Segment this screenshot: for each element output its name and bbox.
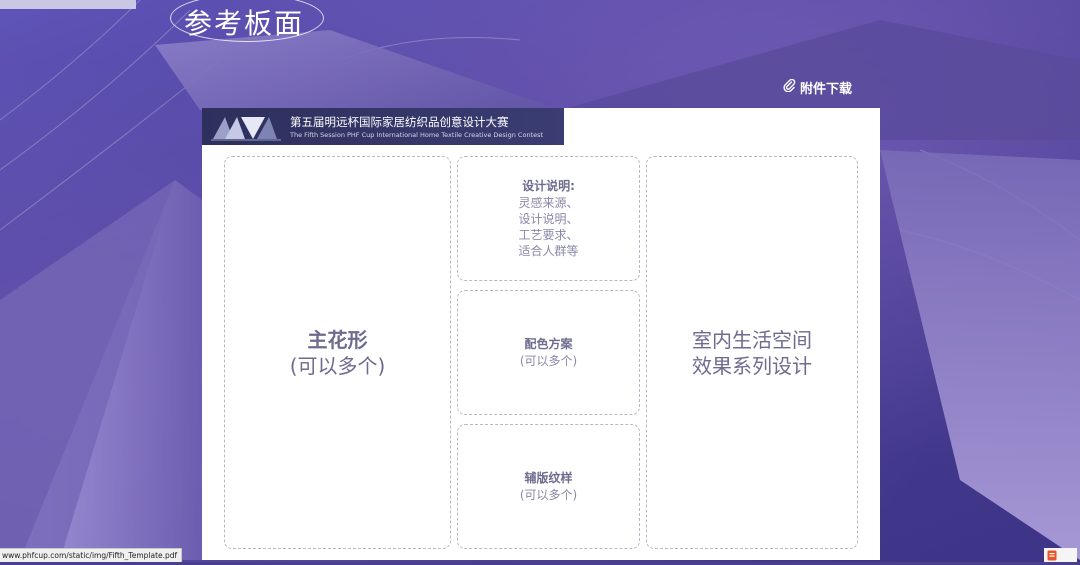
design-notes-line: 灵感来源、 xyxy=(518,196,579,210)
download-label: 附件下载 xyxy=(800,82,853,97)
color-scheme-note: (可以多个) xyxy=(519,354,578,368)
paperclip-icon xyxy=(783,78,796,96)
design-notes-line: 适合人群等 xyxy=(518,244,579,258)
interior-effect-line: 室内生活空间 xyxy=(692,327,812,352)
page-title: 参考板面 xyxy=(184,7,305,40)
banner-title-cn: 第五届明远杯国际家居纺织品创意设计大赛 xyxy=(290,114,509,129)
corner-app-icon[interactable] xyxy=(1044,548,1077,562)
color-scheme-title: 配色方案 xyxy=(524,337,573,351)
top-strip xyxy=(0,0,136,9)
contest-logo xyxy=(202,108,290,145)
aux-pattern-note: (可以多个) xyxy=(519,488,578,502)
aux-pattern-title: 辅版纹样 xyxy=(524,471,573,485)
design-notes-line: 设计说明、 xyxy=(518,212,579,226)
contest-banner: 第五届明远杯国际家居纺织品创意设计大赛 The Fifth Session PH… xyxy=(202,108,564,145)
design-notes-box: 设计说明: 灵感来源、 设计说明、 工艺要求、 适合人群等 xyxy=(457,156,640,281)
main-pattern-title: 主花形 xyxy=(307,327,368,352)
interior-effect-box: 室内生活空间 效果系列设计 xyxy=(646,156,858,549)
status-bar-url: www.phfcup.com/static/img/Fifth_Template… xyxy=(0,548,183,562)
interior-effect-line: 效果系列设计 xyxy=(692,353,812,378)
color-scheme-box: 配色方案 (可以多个) xyxy=(457,290,640,415)
design-notes-line: 工艺要求、 xyxy=(518,228,579,242)
download-link[interactable]: 附件下载 xyxy=(783,78,852,97)
design-notes-title: 设计说明: xyxy=(522,179,575,193)
aux-pattern-box: 辅版纹样 (可以多个) xyxy=(457,424,640,549)
main-pattern-box: 主花形 (可以多个) xyxy=(224,156,451,549)
main-pattern-note: (可以多个) xyxy=(289,353,386,378)
template-panel: 第五届明远杯国际家居纺织品创意设计大赛 The Fifth Session PH… xyxy=(202,108,880,560)
banner-title-en: The Fifth Session PHF Cup International … xyxy=(290,130,544,139)
page-title-block: 参考板面 xyxy=(170,0,326,42)
